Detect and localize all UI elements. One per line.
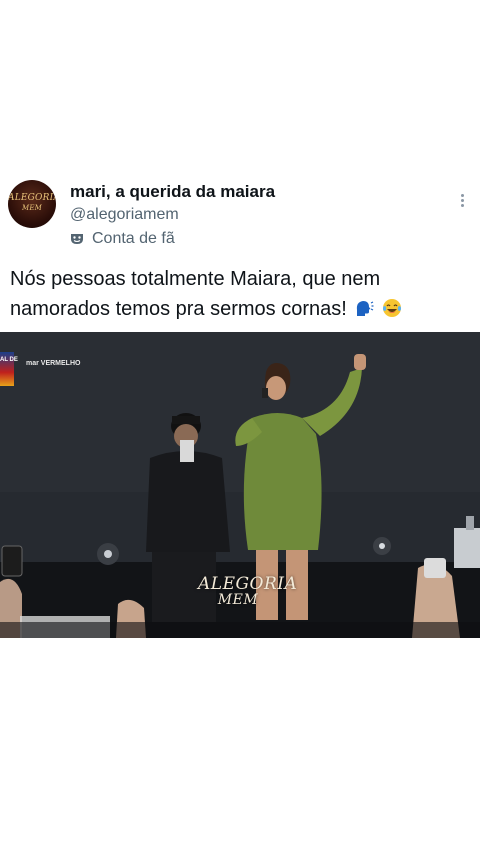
- avatar[interactable]: ALEGORIA MEM: [8, 180, 56, 228]
- stage-logo: mar VERMELHO: [26, 360, 81, 367]
- tweet-video[interactable]: AL DE mar VERMELHO ALEGORIA MEM: [0, 332, 480, 638]
- laughing-tears-emoji: [382, 299, 401, 317]
- tweet-body: Nós pessoas totalmente Maiara, que nem n…: [10, 268, 381, 320]
- fan-account-text: Conta de fã: [92, 230, 175, 247]
- fan-account-label: Conta de fã: [70, 230, 175, 248]
- watermark: ALEGORIA MEM: [198, 574, 298, 609]
- more-options-icon[interactable]: [456, 192, 468, 212]
- display-name[interactable]: mari, a querida da maiara: [70, 182, 275, 202]
- speaking-head-emoji: [357, 301, 374, 316]
- stage-logo-left-text: AL DE: [0, 357, 18, 363]
- tweet-text: Nós pessoas totalmente Maiara, que nem n…: [10, 264, 472, 324]
- theater-mask-icon: [71, 234, 83, 244]
- user-handle[interactable]: @alegoriamem: [70, 206, 179, 224]
- avatar-logo: ALEGORIA MEM: [8, 193, 56, 213]
